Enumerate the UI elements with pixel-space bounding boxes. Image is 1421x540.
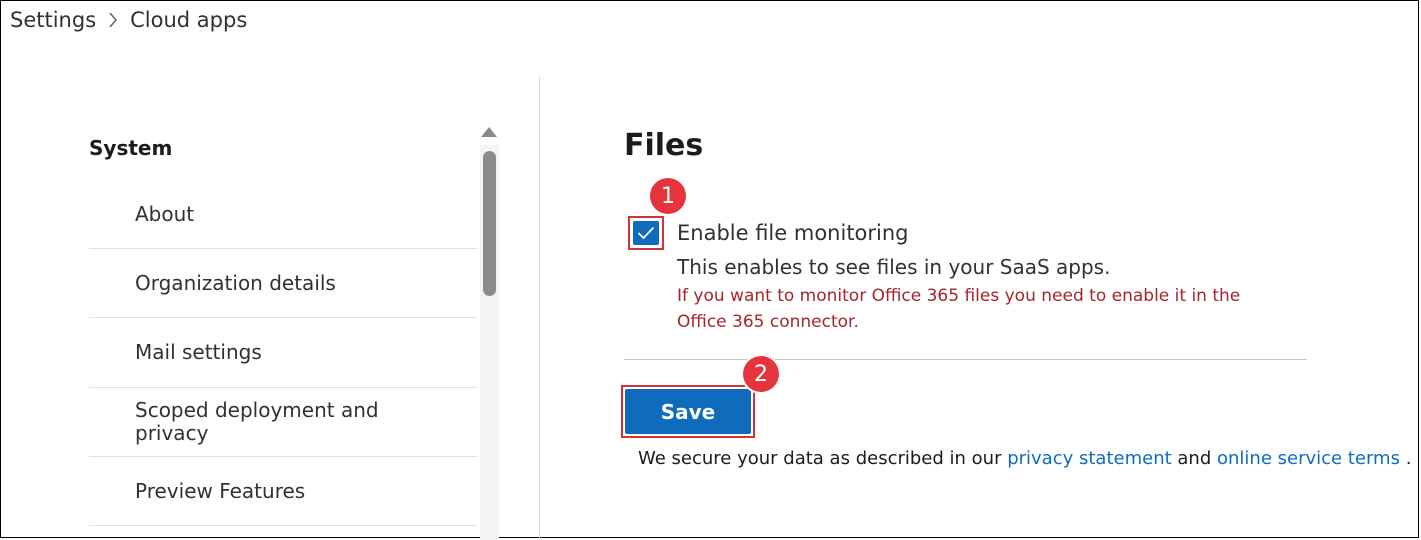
nav-item-about[interactable]: About	[89, 180, 477, 249]
nav-item-scoped-deployment[interactable]: Scoped deployment and privacy	[89, 388, 477, 457]
nav-item-label: About	[135, 201, 195, 226]
checkbox-warning-text: If you want to monitor Office 365 files …	[677, 286, 1241, 332]
checkbox-description: This enables to see files in your SaaS a…	[677, 255, 1111, 279]
nav-item-label: Organization details	[135, 270, 336, 295]
footer-prefix: We secure your data as described in our	[638, 448, 1002, 469]
nav-item-label: Preview Features	[135, 478, 306, 503]
section-title: Files	[624, 128, 704, 163]
online-service-terms-link[interactable]: online service terms	[1217, 448, 1400, 469]
nav-item-preview-features[interactable]: Preview Features	[89, 457, 477, 526]
step-badge-1: 1	[650, 178, 686, 214]
privacy-statement-link[interactable]: privacy statement	[1007, 448, 1171, 469]
breadcrumb-settings-link[interactable]: Settings	[10, 8, 96, 32]
save-button[interactable]: Save	[625, 389, 751, 434]
nav-item-mail-settings[interactable]: Mail settings	[89, 318, 477, 388]
checkbox-label[interactable]: Enable file monitoring	[677, 221, 909, 245]
breadcrumb: Settings Cloud apps	[10, 5, 247, 35]
step-badge-2: 2	[743, 356, 779, 392]
privacy-footer: We secure your data as described in our …	[638, 448, 1411, 469]
nav-item-label: Scoped deployment and privacy	[135, 398, 379, 445]
nav-item-organization-details[interactable]: Organization details	[89, 249, 477, 318]
vertical-divider	[539, 76, 540, 540]
checkmark-icon	[637, 226, 655, 240]
enable-file-monitoring-checkbox[interactable]	[633, 221, 659, 245]
scrollbar-thumb[interactable]	[483, 151, 496, 296]
breadcrumb-current: Cloud apps	[130, 8, 248, 32]
footer-suffix: .	[1405, 448, 1412, 469]
horizontal-divider	[624, 359, 1307, 360]
chevron-right-icon	[96, 12, 130, 28]
nav-heading-system: System	[89, 136, 173, 160]
footer-and: and	[1177, 448, 1212, 469]
nav-item-label: Mail settings	[135, 340, 262, 364]
scroll-up-arrow-icon[interactable]	[481, 127, 497, 137]
